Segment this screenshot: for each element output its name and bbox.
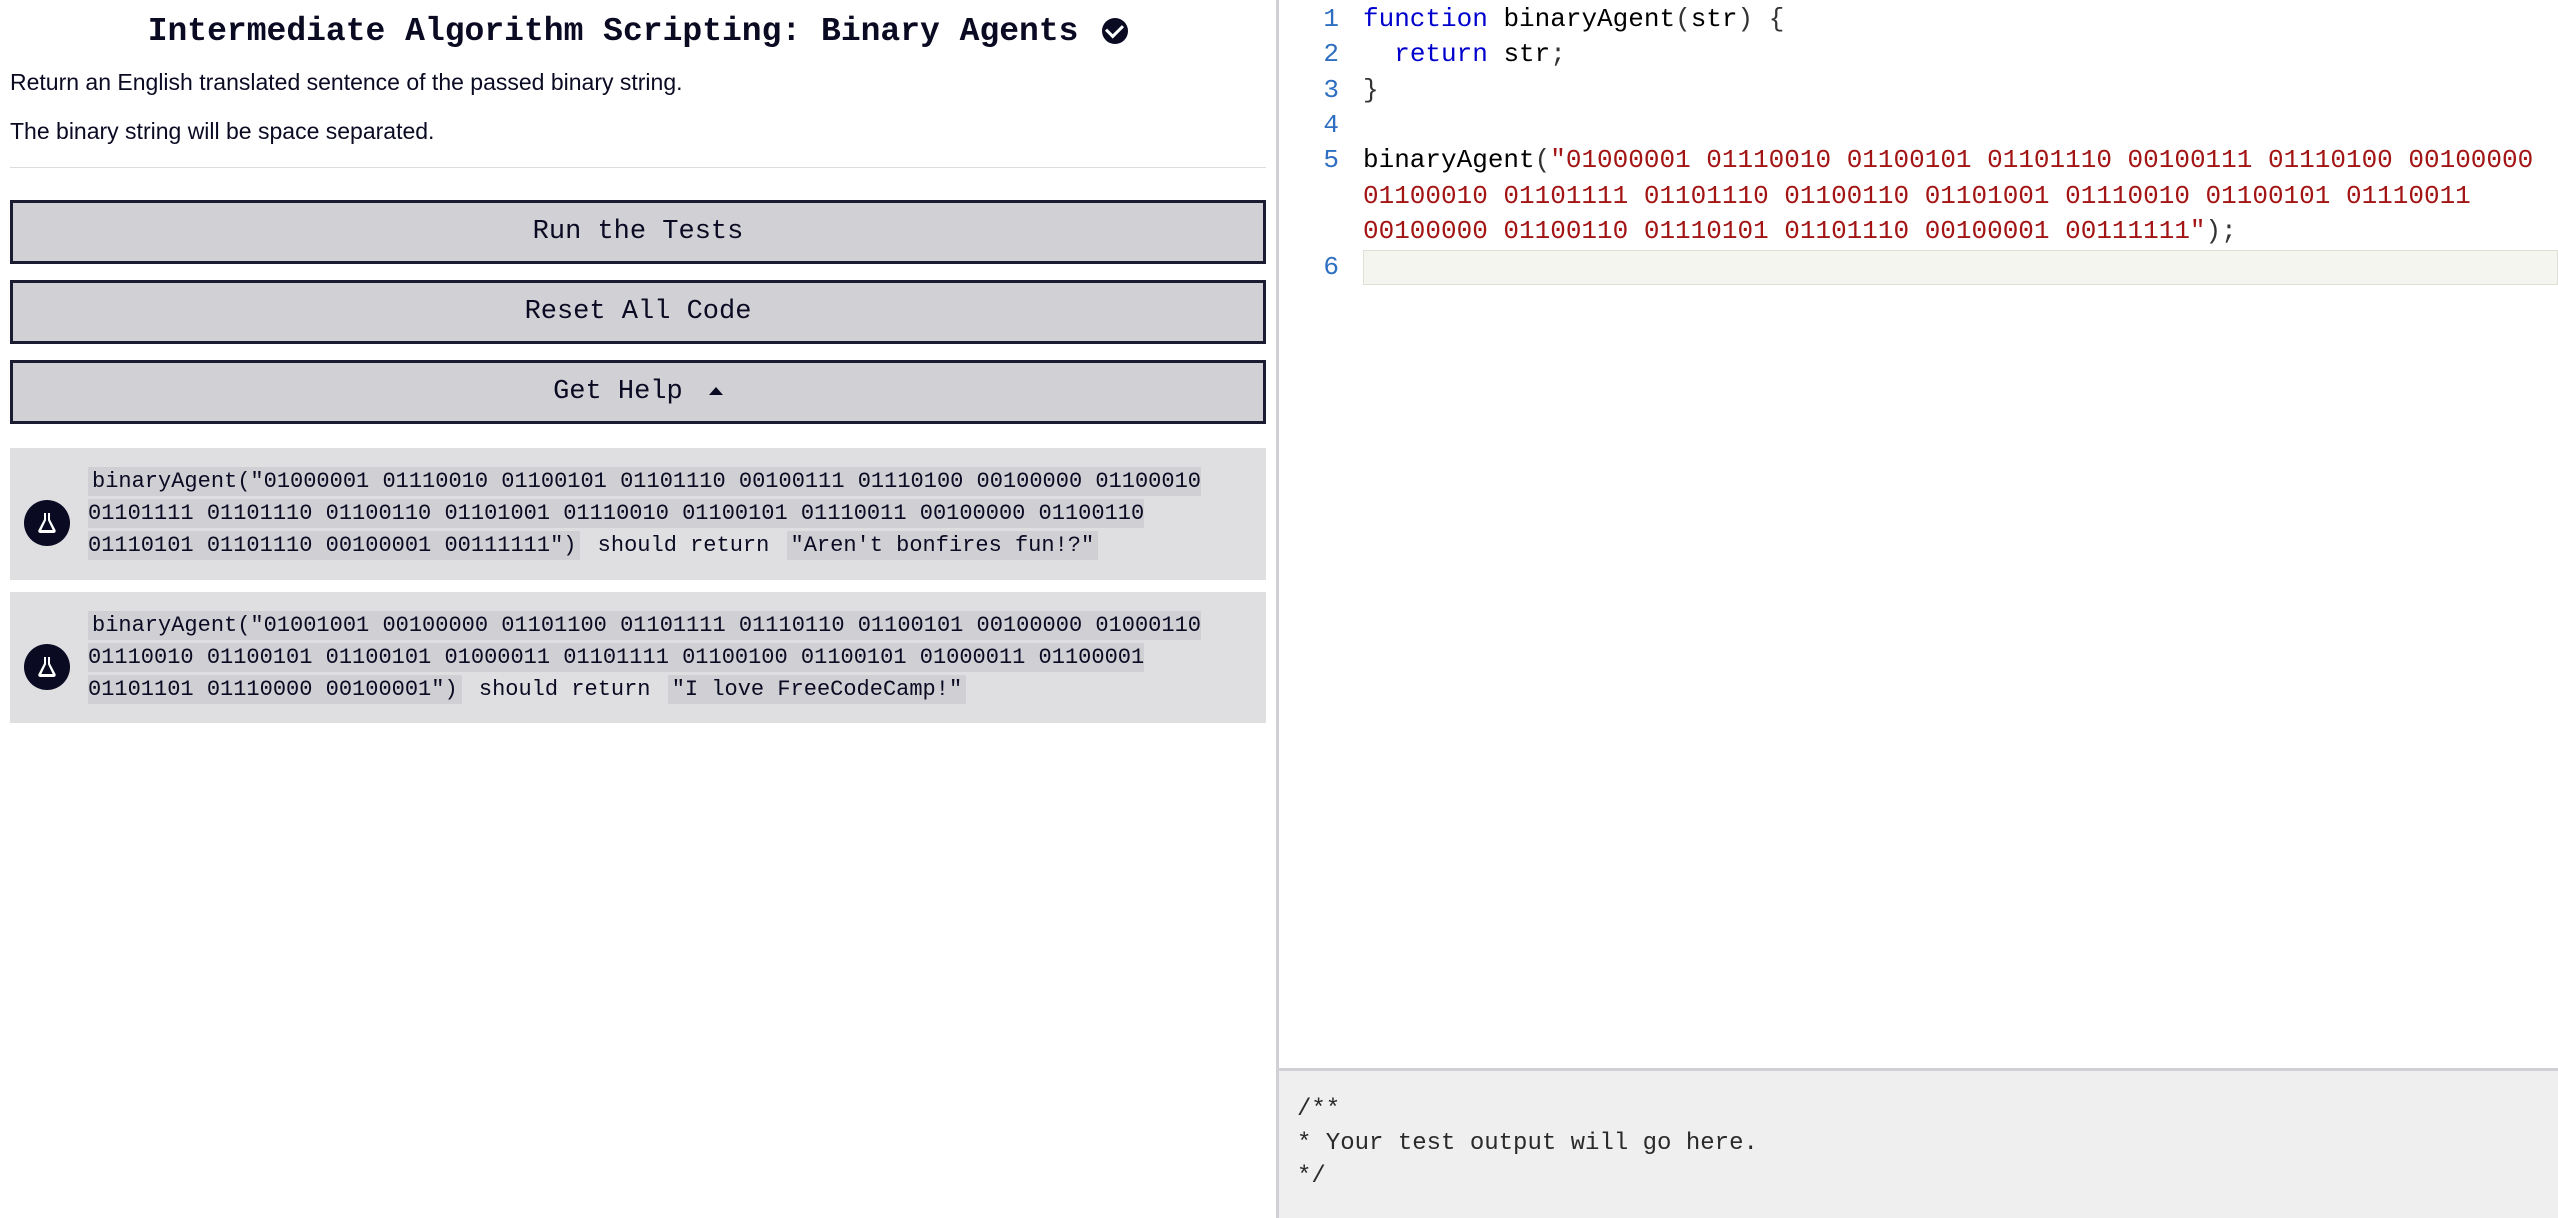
line-number: 5 <box>1279 143 1363 249</box>
challenge-title: Intermediate Algorithm Scripting: Binary… <box>10 14 1266 51</box>
description-line: The binary string will be space separate… <box>10 116 1266 147</box>
divider <box>10 167 1266 168</box>
test-output: /** * Your test output will go here. */ <box>1279 1068 2558 1218</box>
code-line[interactable]: return str; <box>1363 37 2558 72</box>
code-line[interactable]: } <box>1363 73 2558 108</box>
get-help-button[interactable]: Get Help <box>10 360 1266 424</box>
challenge-description: Return an English translated sentence of… <box>10 67 1266 147</box>
editor-panel: 1 function binaryAgent(str) { 2 return s… <box>1279 0 2558 1218</box>
test-mid: should return <box>580 531 786 560</box>
run-tests-label: Run the Tests <box>533 217 744 247</box>
get-help-label: Get Help <box>553 377 683 407</box>
code-line[interactable]: binaryAgent("01000001 01110010 01100101 … <box>1363 143 2558 249</box>
test-text: binaryAgent("01001001 00100000 01101100 … <box>88 610 1246 706</box>
completed-check-icon <box>1102 18 1128 44</box>
code-line[interactable]: function binaryAgent(str) { <box>1363 2 2558 37</box>
caret-up-icon <box>709 387 723 395</box>
run-tests-button[interactable]: Run the Tests <box>10 200 1266 264</box>
line-number: 6 <box>1279 250 1363 285</box>
reset-code-button[interactable]: Reset All Code <box>10 280 1266 344</box>
test-expected: "Aren't bonfires fun!?" <box>787 531 1099 560</box>
flask-icon <box>24 644 70 690</box>
challenge-title-text: Intermediate Algorithm Scripting: Binary… <box>148 13 1079 50</box>
reset-code-label: Reset All Code <box>525 297 752 327</box>
instructions-panel: Intermediate Algorithm Scripting: Binary… <box>0 0 1279 1218</box>
tests-list: binaryAgent("01000001 01110010 01100101 … <box>10 448 1266 723</box>
flask-icon <box>24 500 70 546</box>
test-expected: "I love FreeCodeCamp!" <box>668 675 966 704</box>
description-line: Return an English translated sentence of… <box>10 67 1266 98</box>
test-item: binaryAgent("01001001 00100000 01101100 … <box>10 592 1266 724</box>
test-mid: should return <box>462 675 668 704</box>
line-number: 4 <box>1279 108 1363 143</box>
line-number: 1 <box>1279 2 1363 37</box>
code-line[interactable] <box>1363 250 2558 285</box>
line-number: 2 <box>1279 37 1363 72</box>
line-number: 3 <box>1279 73 1363 108</box>
code-line[interactable] <box>1363 108 2558 143</box>
test-text: binaryAgent("01000001 01110010 01100101 … <box>88 466 1246 562</box>
test-item: binaryAgent("01000001 01110010 01100101 … <box>10 448 1266 580</box>
code-editor[interactable]: 1 function binaryAgent(str) { 2 return s… <box>1279 0 2558 1068</box>
